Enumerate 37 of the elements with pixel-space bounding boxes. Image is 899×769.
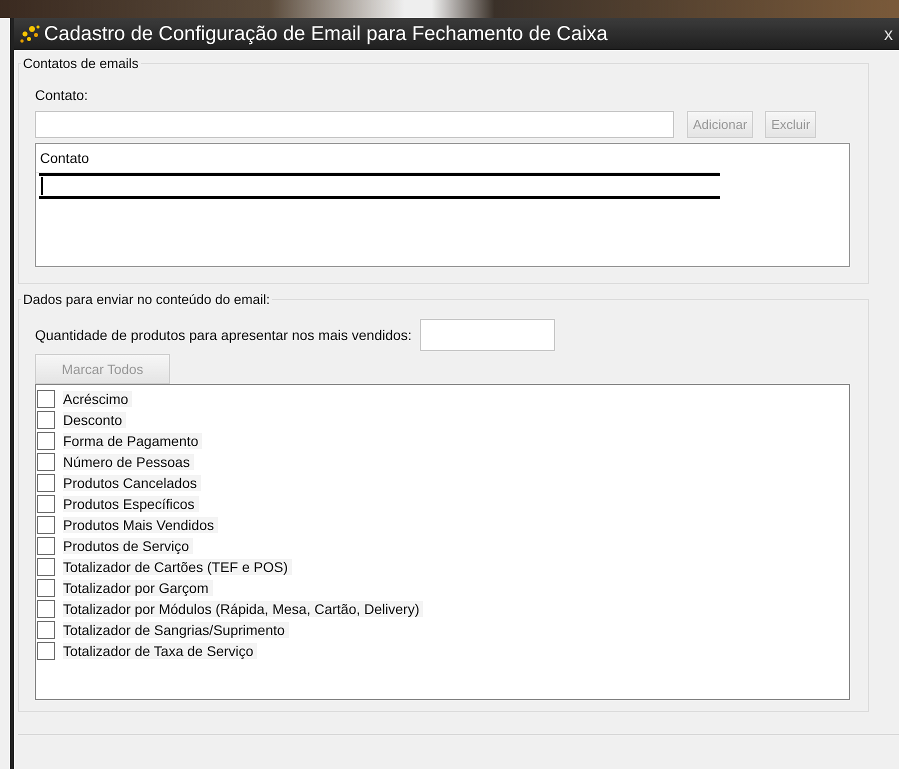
option-label: Forma de Pagamento — [63, 432, 202, 448]
sparkle-icon — [18, 24, 40, 44]
column-header: Contato — [39, 150, 90, 166]
option-label: Desconto — [63, 412, 126, 428]
group-title: Contatos de emails — [22, 56, 140, 71]
checkbox[interactable] — [37, 642, 55, 660]
checkbox[interactable] — [37, 558, 55, 576]
checkbox[interactable] — [37, 474, 55, 492]
checkbox[interactable] — [37, 410, 55, 428]
option-label: Totalizador por Garçom — [63, 580, 213, 596]
contact-field[interactable] — [35, 111, 674, 138]
checkbox[interactable] — [37, 494, 55, 512]
option-label: Produtos Específicos — [63, 496, 199, 512]
checkbox[interactable] — [37, 390, 55, 408]
checkbox[interactable] — [37, 432, 55, 450]
option-label: Produtos de Serviço — [63, 538, 194, 554]
quantity-field[interactable] — [420, 319, 555, 351]
checkbox[interactable] — [37, 600, 55, 618]
checkbox[interactable] — [37, 536, 55, 554]
window-title: Cadastro de Configuração de Email para Fechamento de Caixa — [44, 22, 609, 46]
field-label: Contato: — [35, 87, 89, 103]
field-label: Quantidade de produtos para apresentar nos mais vendidos: — [35, 327, 412, 343]
option-label: Totalizador por Módulos (Rápida, Mesa, Cartão, Delivery) — [63, 600, 424, 616]
checkbox[interactable] — [37, 578, 55, 596]
option-label: Produtos Mais Vendidos — [63, 516, 218, 532]
group-title: Dados para enviar no conteúdo do email: — [22, 292, 271, 307]
option-label: Totalizador de Cartões (TEF e POS) — [63, 558, 292, 574]
option-label: Totalizador de Taxa de Serviço — [63, 642, 258, 658]
option-label: Totalizador de Sangrias/Suprimento — [63, 622, 289, 638]
close-button[interactable]: x — [878, 24, 899, 44]
checkbox[interactable] — [37, 452, 55, 470]
checkbox[interactable] — [37, 516, 55, 534]
option-label: Número de Pessoas — [63, 454, 194, 470]
checkbox[interactable] — [37, 620, 55, 638]
edit-row[interactable] — [39, 173, 720, 199]
option-label: Produtos Cancelados — [63, 474, 201, 490]
option-label: Acréscimo — [63, 390, 132, 406]
